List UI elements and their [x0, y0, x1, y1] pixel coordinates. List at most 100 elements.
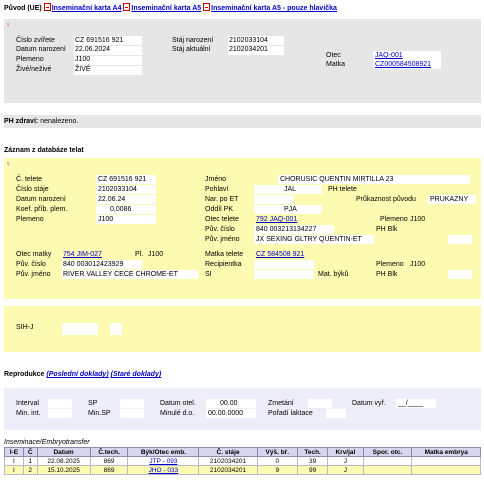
cell: 99 — [296, 465, 329, 475]
ph-zdravi-value: nenalezeno. — [40, 118, 79, 125]
top-bar: Původ (UE) Inseminační karta A4 Insemina… — [4, 3, 337, 12]
pdf-icon — [203, 3, 211, 11]
col-header: Výš. bř. — [256, 447, 298, 457]
cell: 22.08.2025 — [36, 456, 91, 466]
cell: 15.10.2025 — [36, 465, 91, 475]
table-header-row: I-E Č Datum Č.tech. Býk/Otec emb. Č. stá… — [4, 447, 481, 457]
recipientka-label: Recipientka — [205, 261, 242, 268]
cell: 39 — [296, 456, 329, 466]
female-icon: ♀ — [5, 159, 11, 168]
puv-jmeno-value: JX SEXING GLTRY QUENTIN-ET — [256, 236, 362, 243]
inseminace-title: Inseminace/Embryotransfer — [4, 439, 90, 446]
matka-link[interactable]: CZ000584508921 — [375, 61, 431, 68]
cell — [411, 456, 481, 466]
prukaznost-label: Průkaznost původu — [356, 196, 416, 203]
table-row: I 1 22.08.2025 869 JTP - 093 2102034201 … — [4, 456, 481, 466]
matka-telete-link[interactable]: CZ 584508 921 — [256, 251, 304, 258]
cell: 1 — [22, 456, 38, 466]
otec-telete-link[interactable]: 792 JAQ-001 — [256, 216, 297, 223]
ph-telete-label: PH telete — [328, 186, 357, 193]
cell: 2102034201 — [198, 456, 258, 466]
zaznam-title: Záznam z databáze telat — [4, 147, 84, 154]
minule-do-label: Minulé d.o. — [160, 410, 195, 417]
puvod-label: Původ (UE) — [4, 5, 42, 12]
jmeno-label: Jméno — [205, 176, 227, 183]
pl-value: J100 — [148, 251, 164, 258]
staj-aktualni-value: 2102034201 — [229, 46, 268, 53]
datum-vyr-label: Datum vyř. — [352, 400, 386, 407]
datum-narozeni-value: 22.06.24 — [98, 196, 126, 203]
link-stare-doklady[interactable]: (Staré doklady) — [111, 371, 162, 378]
plemeno-label: Plemeno — [16, 216, 44, 223]
datum-vyr-value: __/____ — [398, 400, 424, 407]
puv-cislo2-value: 840 003012423929 — [63, 261, 124, 268]
cell: 869 — [89, 465, 129, 475]
sih-label: SIH-J — [16, 324, 34, 331]
cell: 9 — [256, 465, 298, 475]
cell: JHO - 033 — [127, 465, 200, 475]
pohlavi-label: Pohlaví — [205, 186, 229, 193]
cell — [411, 465, 481, 475]
koef-label: Koef. příb. plem. — [16, 206, 68, 213]
cislo-zvirete-value: CZ 691516 921 — [75, 37, 124, 44]
staj-narozeni-label: Stáj narození — [172, 37, 214, 44]
pohlavi-value: JAL — [284, 186, 297, 193]
col-header: Tech. — [296, 447, 329, 457]
si-label: SI — [205, 271, 212, 278]
cell — [362, 456, 413, 466]
plemeno3-value: J100 — [410, 261, 426, 268]
col-header: Č.tech. — [89, 447, 129, 457]
cell — [362, 465, 413, 475]
col-header: I-E — [4, 447, 24, 457]
minule-do-value: 00.00.0000 — [208, 410, 244, 417]
otec-plemeno-label: Plemeno — [380, 216, 408, 223]
koef-value: 0,0086 — [110, 206, 132, 213]
puv-cislo-value: 840 003213134227 — [256, 226, 317, 233]
byk-link[interactable]: JTP - 093 — [149, 458, 177, 465]
zive-value: ŽIVÉ — [75, 66, 91, 73]
cell: J — [327, 465, 364, 475]
link-karta-a5-hlavicka[interactable]: Inseminační karta A5 - pouze hlavička — [211, 5, 337, 12]
otec-label: Otec — [326, 52, 341, 59]
oddil-pk-value: PJA — [284, 206, 297, 213]
female-icon: ♀ — [5, 20, 11, 29]
link-karta-a4[interactable]: Inseminační karta A4 — [52, 5, 122, 12]
cislo-zvirete-label: Číslo zvířete — [16, 37, 55, 44]
ph-zdravi-label: PH zdraví: — [4, 118, 39, 125]
plemeno-value: J100 — [75, 56, 91, 63]
otec-matky-link[interactable]: 754 JIM-027 — [63, 251, 102, 258]
otec-matky-label: Otec matky — [16, 251, 52, 258]
otec-link[interactable]: JAQ-001 — [375, 52, 403, 59]
link-posledni-doklady[interactable]: (Poslední doklady) — [46, 371, 108, 378]
table-row: I 2 15.10.2025 869 JHO - 033 2102034201 … — [4, 465, 481, 475]
pl-label: Pl. — [135, 251, 144, 258]
cislo-staje-value: 2102033104 — [98, 186, 137, 193]
interval-label: Interval — [16, 400, 39, 407]
byk-link[interactable]: JHO - 033 — [149, 467, 179, 474]
reprodukce-title: Reprodukce — [4, 371, 45, 378]
col-header: Č. stáje — [198, 447, 258, 457]
ph-blk2-label: PH Blk — [376, 271, 398, 278]
cell: I — [4, 456, 24, 466]
staj-narozeni-value: 2102033104 — [229, 37, 268, 44]
puv-jmeno-label: Pův. jméno — [205, 236, 240, 243]
zmetani-label: Zmetání — [268, 400, 294, 407]
cell: 0 — [256, 456, 298, 466]
poradi-laktace-label: Pořadí laktace — [268, 410, 313, 417]
pdf-icon — [43, 3, 51, 11]
col-header: Spor. otc. — [362, 447, 413, 457]
puv-cislo2-label: Pův. číslo — [16, 261, 46, 268]
col-header: Býk/Otec emb. — [127, 447, 200, 457]
oddil-pk-label: Oddíl PK — [205, 206, 234, 213]
datum-narozeni-label: Datum narození — [16, 196, 66, 203]
matka-label: Matka — [326, 61, 346, 68]
col-header: Matka embrya — [411, 447, 481, 457]
c-telete-label: Č. telete — [16, 176, 43, 183]
cell: I — [4, 465, 24, 475]
datum-otel-label: Datum otel. — [160, 400, 196, 407]
puv-jmeno2-value: RIVER VALLEY CECE CHROME-ET — [63, 271, 178, 278]
plemeno3-label: Plemeno — [376, 261, 404, 268]
link-karta-a5[interactable]: Inseminační karta A5 — [131, 5, 201, 12]
sp-label: SP — [88, 400, 98, 407]
otec-telete-label: Otec telete — [205, 216, 239, 223]
